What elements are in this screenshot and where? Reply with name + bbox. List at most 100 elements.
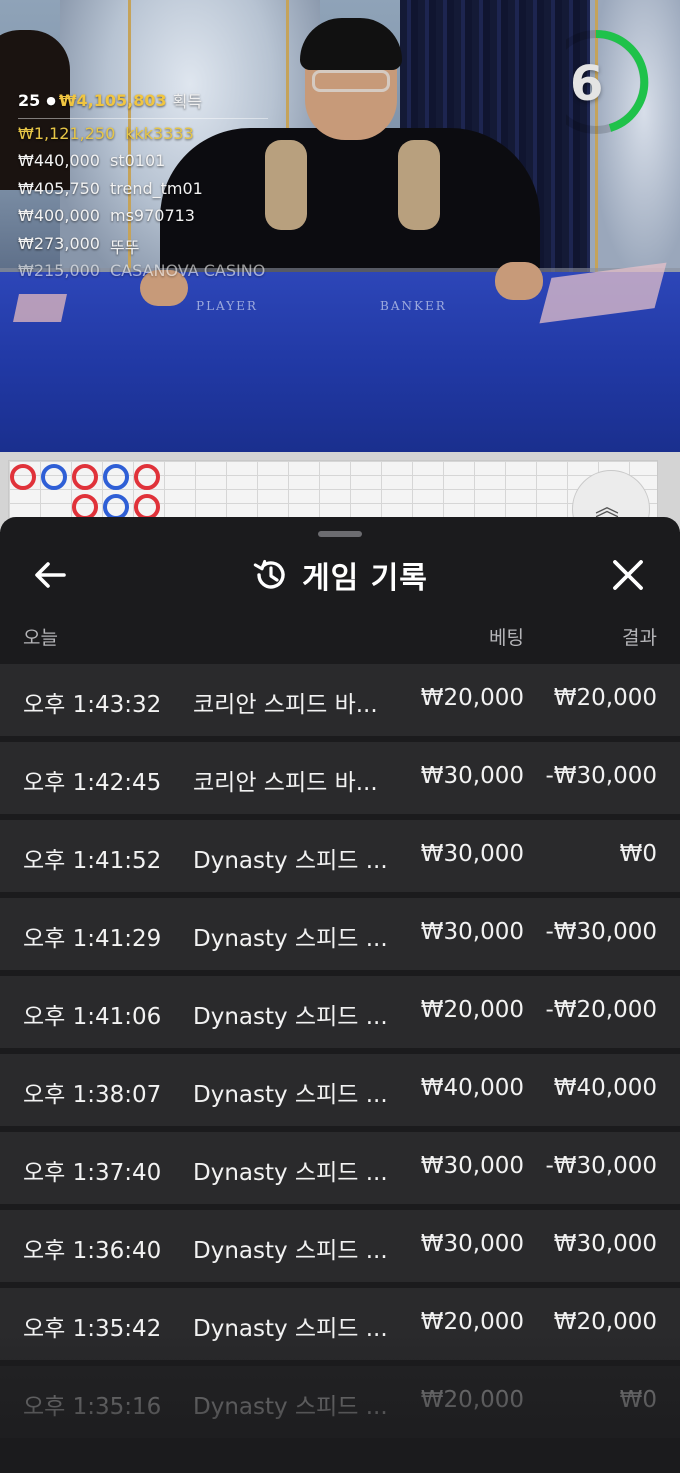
history-bet-amount: ₩30,000 (420, 1231, 524, 1257)
table-label-player: PLAYER (196, 299, 258, 313)
winner-row: ₩273,000 뚜뚜 (18, 234, 288, 261)
history-bet-amount: ₩30,000 (420, 763, 524, 789)
history-time: 오후 1:41:06 (23, 1004, 162, 1030)
player-mark (41, 464, 67, 490)
history-result-amount: ₩0 (619, 841, 657, 867)
sheet-drag-handle[interactable] (318, 531, 362, 537)
history-result-amount: ₩40,000 (553, 1075, 657, 1101)
winners-suffix: 획득 (172, 92, 203, 111)
column-header-date: 오늘 (23, 627, 58, 649)
winner-amount: ₩215,000 (18, 260, 100, 280)
history-time: 오후 1:36:40 (23, 1238, 162, 1264)
close-icon (613, 560, 643, 590)
dealer-vest-right (398, 140, 440, 230)
history-time: 오후 1:41:52 (23, 848, 162, 874)
winners-overlay: 25 ● ₩4,105,803 획득 ₩1,121,250 kkk3333 ₩440… (18, 88, 288, 288)
winner-username: CASANOVA CASINO (109, 260, 266, 280)
history-row[interactable]: 오후 1:35:42 Dynasty 스피드 ... ₩20,000 ₩20,000 (0, 1288, 680, 1360)
history-icon (253, 559, 285, 589)
winner-row: ₩400,000 ms970713 (18, 206, 288, 233)
history-result-amount: -₩20,000 (545, 997, 657, 1023)
winner-amount: ₩400,000 (18, 206, 100, 226)
history-row[interactable]: 오후 1:36:40 Dynasty 스피드 ... ₩30,000 ₩30,000 (0, 1210, 680, 1282)
history-time: 오후 1:38:07 (23, 1082, 162, 1108)
winner-username: ms970713 (109, 206, 195, 226)
history-game-name: Dynasty 스피드 ... (193, 1238, 388, 1264)
winner-username: trend_tm01 (109, 178, 203, 198)
history-game-name: Dynasty 스피드 ... (193, 1316, 388, 1342)
dealer-hair (300, 18, 402, 70)
history-result-amount: ₩0 (619, 1387, 657, 1413)
sheet-header: 게임 기록 (0, 553, 680, 597)
history-game-name: 코리안 스피드 바... (193, 770, 378, 796)
history-game-name: 코리안 스피드 바... (193, 692, 378, 718)
winners-divider (18, 118, 268, 119)
history-row[interactable]: 오후 1:35:16 Dynasty 스피드 ... ₩20,000 ₩0 (0, 1366, 680, 1438)
winners-list: ₩1,121,250 kkk3333 ₩440,000 st0101 ₩405,750 t… (18, 124, 288, 288)
history-game-name: Dynasty 스피드 ... (193, 1004, 388, 1030)
history-row[interactable]: 오후 1:37:40 Dynasty 스피드 ... ₩30,000 -₩30,000 (0, 1132, 680, 1204)
banker-mark (134, 464, 160, 490)
history-result-amount: -₩30,000 (545, 1153, 657, 1179)
history-bet-amount: ₩20,000 (420, 997, 524, 1023)
banker-mark (10, 464, 36, 490)
winner-amount: ₩1,121,250 (18, 124, 116, 143)
history-row[interactable]: 오후 1:42:45 코리안 스피드 바... ₩30,000 -₩30,000 (0, 742, 680, 814)
winner-row: ₩440,000 st0101 (18, 151, 288, 178)
history-bet-amount: ₩30,000 (420, 1153, 524, 1179)
history-result-amount: ₩20,000 (553, 685, 657, 711)
history-bet-amount: ₩20,000 (420, 1387, 524, 1413)
winner-row: ₩1,121,250 kkk3333 (18, 124, 288, 151)
history-bet-amount: ₩20,000 (420, 685, 524, 711)
winner-username: kkk3333 (125, 124, 194, 143)
winner-username: 뚜뚜 (109, 237, 140, 257)
dealer-glasses (312, 70, 390, 92)
winner-username: st0101 (109, 151, 166, 171)
winner-row: ₩215,000 CASANOVA CASINO (18, 261, 288, 288)
history-result-amount: -₩30,000 (545, 919, 657, 945)
card-tray (13, 294, 67, 322)
close-button[interactable] (606, 555, 650, 595)
history-game-name: Dynasty 스피드 ... (193, 1082, 388, 1108)
history-row[interactable]: 오후 1:43:32 코리안 스피드 바... ₩20,000 ₩20,000 (0, 664, 680, 736)
history-bet-amount: ₩20,000 (420, 1309, 524, 1335)
history-time: 오후 1:42:45 (23, 770, 162, 796)
history-list: 오후 1:43:32 코리안 스피드 바... ₩20,000 ₩20,000 오후 1… (0, 664, 680, 1444)
history-result-amount: -₩30,000 (545, 763, 657, 789)
history-time: 오후 1:35:42 (23, 1316, 162, 1342)
history-time: 오후 1:41:29 (23, 926, 162, 952)
history-game-name: Dynasty 스피드 ... (193, 848, 388, 874)
winner-amount: ₩440,000 (18, 151, 100, 171)
winners-count: 25 (18, 90, 41, 110)
history-row[interactable]: 오후 1:38:07 Dynasty 스피드 ... ₩40,000 ₩40,000 (0, 1054, 680, 1126)
history-game-name: Dynasty 스피드 ... (193, 926, 388, 952)
history-game-name: Dynasty 스피드 ... (193, 1160, 388, 1186)
history-row[interactable]: 오후 1:41:52 Dynasty 스피드 ... ₩30,000 ₩0 (0, 820, 680, 892)
player-mark (103, 464, 129, 490)
user-icon: ● (46, 93, 56, 107)
winner-amount: ₩273,000 (18, 233, 100, 253)
history-game-name: Dynasty 스피드 ... (193, 1394, 388, 1420)
history-row[interactable]: 오후 1:41:06 Dynasty 스피드 ... ₩20,000 -₩20,000 (0, 976, 680, 1048)
history-result-amount: ₩20,000 (553, 1309, 657, 1335)
banker-mark (72, 464, 98, 490)
history-time: 오후 1:37:40 (23, 1160, 162, 1186)
history-bet-amount: ₩30,000 (420, 841, 524, 867)
history-bet-amount: ₩30,000 (420, 919, 524, 945)
sheet-title: 게임 기록 (302, 561, 428, 596)
column-header-result: 결과 (622, 627, 657, 649)
live-video-stream: PLAYER BANKER 25 ● ₩4,105,803 획득 ₩1,121,… (0, 0, 680, 452)
countdown-number: 6 (570, 56, 604, 112)
game-history-sheet: 게임 기록 오늘 베팅 결과 오후 1:43:32 코리안 스피드 바... ₩20… (0, 517, 680, 1473)
table-label-banker: BANKER (380, 299, 447, 313)
history-time: 오후 1:35:16 (23, 1394, 162, 1420)
history-time: 오후 1:43:32 (23, 692, 162, 718)
winners-total: ₩4,105,803 (58, 90, 167, 110)
history-row[interactable]: 오후 1:41:29 Dynasty 스피드 ... ₩30,000 -₩30,000 (0, 898, 680, 970)
column-header-bet: 베팅 (489, 627, 524, 649)
winner-amount: ₩405,750 (18, 178, 100, 198)
dealer-hand-right (495, 262, 543, 300)
history-result-amount: ₩30,000 (553, 1231, 657, 1257)
winner-row: ₩405,750 trend_tm01 (18, 179, 288, 206)
winners-summary: 25 ● ₩4,105,803 획득 (18, 88, 288, 112)
